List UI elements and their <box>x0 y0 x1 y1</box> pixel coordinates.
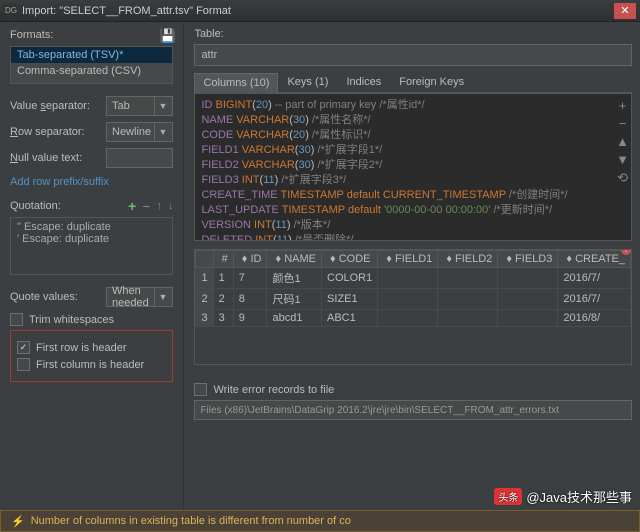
watermark-badge: 头条 <box>494 488 522 505</box>
row-separator-value: Newline <box>112 126 151 138</box>
footer-warning-text: Number of columns in existing table is d… <box>31 515 351 527</box>
null-value-label: Null value text: <box>10 152 106 164</box>
first-row-header-check[interactable]: ✓ First row is header <box>17 341 166 354</box>
checkbox-icon <box>10 313 23 326</box>
window-title: Import: "SELECT__FROM_attr.tsv" Format <box>22 5 614 17</box>
plus-icon[interactable]: + <box>128 198 136 214</box>
warning-bolt-icon: ⚡ <box>11 515 25 528</box>
table-label: Table: <box>194 28 223 40</box>
titlebar: DG Import: "SELECT__FROM_attr.tsv" Forma… <box>0 0 640 22</box>
reset-icon[interactable]: ⟲ <box>617 170 628 185</box>
write-errors-label: Write error records to file <box>213 384 334 396</box>
row-separator-combo[interactable]: Newline ▼ <box>106 122 173 142</box>
quote-values-combo[interactable]: When needed ▼ <box>106 287 173 307</box>
first-column-header-check[interactable]: First column is header <box>17 358 166 371</box>
format-item-csv[interactable]: Comma-separated (CSV) <box>11 63 172 79</box>
arrow-up-icon[interactable]: ▲ <box>616 134 629 149</box>
write-errors-check[interactable]: Write error records to file <box>194 383 632 396</box>
arrow-down-icon[interactable]: ▼ <box>616 152 629 167</box>
tab-indices[interactable]: Indices <box>337 72 390 92</box>
table-name-input[interactable]: attr <box>194 44 632 66</box>
trim-whitespaces-label: Trim whitespaces <box>29 314 114 326</box>
first-row-header-label: First row is header <box>36 342 127 354</box>
tab-foreign-keys[interactable]: Foreign Keys <box>390 72 473 92</box>
chevron-down-icon[interactable]: ▼ <box>154 123 170 141</box>
quotation-list[interactable]: " Escape: duplicate ' Escape: duplicate <box>10 217 173 275</box>
plus-icon[interactable]: + <box>619 98 627 113</box>
close-button[interactable]: ✕ <box>614 3 636 19</box>
tab-keys[interactable]: Keys (1) <box>278 72 337 92</box>
schema-editor[interactable]: + − ▲ ▼ ⟲ ID BIGINT(20) -- part of prima… <box>194 93 632 241</box>
trim-whitespaces-check[interactable]: Trim whitespaces <box>10 313 173 326</box>
format-item-tsv[interactable]: Tab-separated (TSV)* <box>11 47 172 63</box>
app-icon: DG <box>4 4 18 18</box>
value-separator-value: Tab <box>112 100 130 112</box>
checkbox-icon: ✓ <box>17 341 30 354</box>
quote-values-label: Quote values: <box>10 291 106 303</box>
table-name-value: attr <box>201 49 217 61</box>
schema-tabs: Columns (10) Keys (1) Indices Foreign Ke… <box>194 72 632 93</box>
chevron-down-icon[interactable]: ▼ <box>154 97 170 115</box>
error-file-input[interactable]: Files (x86)\JetBrains\DataGrip 2016.2\jr… <box>194 400 632 420</box>
header-options-box: ✓ First row is header First column is he… <box>10 330 173 382</box>
error-file-value: Files (x86)\JetBrains\DataGrip 2016.2\jr… <box>200 405 558 416</box>
chevron-down-icon[interactable]: ▼ <box>154 288 170 306</box>
formats-label: Formats: <box>10 29 53 41</box>
format-list[interactable]: Tab-separated (TSV)* Comma-separated (CS… <box>10 46 173 84</box>
preview-table: ! # ♦ ID ♦ NAME ♦ CODE ♦ FIELD1 ♦ FIELD2… <box>194 249 632 365</box>
checkbox-icon <box>194 383 207 396</box>
minus-icon[interactable]: − <box>142 198 150 214</box>
checkbox-icon <box>17 358 30 371</box>
arrow-up-icon[interactable]: ↑ <box>156 200 162 212</box>
row-separator-label: Row separator: <box>10 126 106 138</box>
save-format-icon[interactable]: 💾 <box>159 28 173 42</box>
quotation-item[interactable]: " Escape: duplicate <box>17 221 166 233</box>
quotation-item[interactable]: ' Escape: duplicate <box>17 233 166 245</box>
watermark: 头条 @Java技术那些事 <box>494 487 632 506</box>
null-value-input[interactable] <box>106 148 173 168</box>
add-row-prefix-link[interactable]: Add row prefix/suffix <box>10 176 109 188</box>
footer-warning: ⚡ Number of columns in existing table is… <box>0 510 640 532</box>
tab-columns[interactable]: Columns (10) <box>194 73 278 93</box>
minus-icon[interactable]: − <box>619 116 627 131</box>
arrow-down-icon[interactable]: ↓ <box>168 200 174 212</box>
watermark-text: @Java技术那些事 <box>526 487 632 506</box>
first-column-header-label: First column is header <box>36 359 144 371</box>
value-separator-combo[interactable]: Tab ▼ <box>106 96 173 116</box>
value-separator-label: Value separator: <box>10 100 106 112</box>
quotation-label: Quotation: <box>10 200 61 212</box>
